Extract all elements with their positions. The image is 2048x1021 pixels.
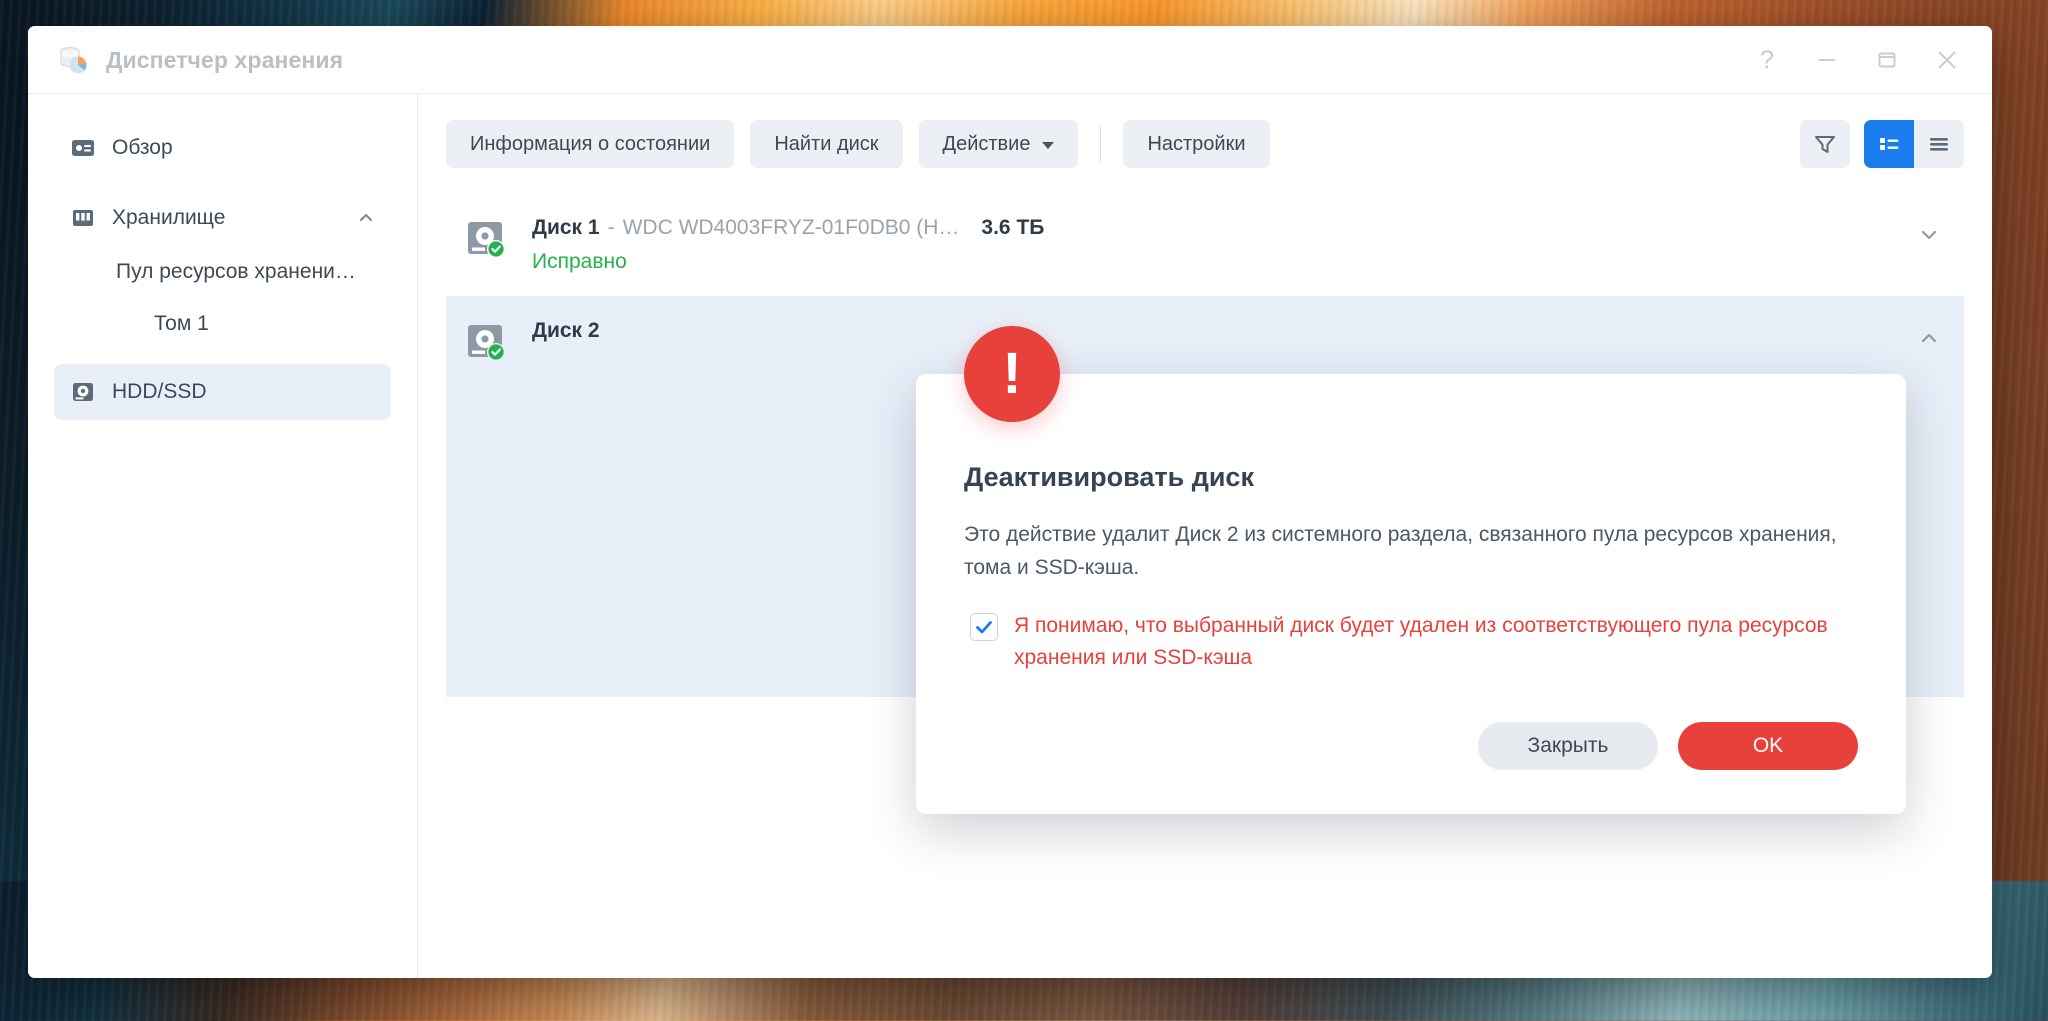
- action-label: Действие: [942, 132, 1031, 155]
- maximize-icon[interactable]: [1874, 47, 1900, 73]
- dialog-body-text: Это действие удалит Диск 2 из системного…: [964, 523, 1837, 579]
- disk-info: Диск 1 - WDC WD4003FRYZ-01F0DB0 (H… 3.6 …: [532, 216, 1916, 274]
- list-view-icon[interactable]: [1914, 120, 1964, 168]
- storage-icon: [70, 205, 96, 231]
- sidebar-item-hdd-ssd[interactable]: HDD/SSD: [54, 364, 391, 420]
- settings-button[interactable]: Настройки: [1123, 120, 1270, 168]
- view-mode-group: [1864, 120, 1964, 168]
- dialog-title: Деактивировать диск: [964, 462, 1254, 492]
- window-titlebar: Диспетчер хранения ?: [28, 26, 1992, 94]
- window-body: Обзор Хранилище Пул ресурсов хранени… То…: [28, 94, 1992, 978]
- minimize-icon[interactable]: [1814, 47, 1840, 73]
- settings-label: Настройки: [1147, 132, 1246, 155]
- chevron-up-icon[interactable]: [1916, 325, 1942, 351]
- filter-icon[interactable]: [1800, 120, 1850, 168]
- sidebar: Обзор Хранилище Пул ресурсов хранени… То…: [28, 94, 418, 978]
- cancel-button[interactable]: Закрыть: [1478, 721, 1658, 770]
- chevron-up-icon[interactable]: [357, 209, 375, 227]
- disk-info: Диск 2: [532, 319, 1916, 343]
- disk-name: Диск 1: [532, 216, 600, 239]
- disk-name: Диск 2: [532, 319, 600, 342]
- status-badge: Исправно: [532, 250, 627, 273]
- toolbar-right-group: [1800, 120, 1964, 168]
- chevron-down-icon: [1042, 141, 1055, 149]
- window-controls: ?: [1754, 47, 1972, 73]
- sidebar-item-storage[interactable]: Хранилище: [54, 190, 391, 246]
- hdd-icon: [70, 379, 96, 405]
- toolbar-separator: [1100, 127, 1102, 161]
- storage-manager-window: Диспетчер хранения ? Обзор Хранилище Пул…: [28, 26, 1992, 978]
- disk-healthy-icon: [464, 321, 510, 367]
- close-icon[interactable]: [1934, 47, 1960, 73]
- help-icon[interactable]: ?: [1754, 47, 1780, 73]
- action-dropdown-button[interactable]: Действие: [918, 120, 1079, 168]
- disk-separator: -: [607, 216, 615, 239]
- sidebar-item-label: Пул ресурсов хранени…: [116, 260, 356, 283]
- sidebar-item-label: Обзор: [112, 136, 173, 159]
- sidebar-item-storage-pool[interactable]: Пул ресурсов хранени…: [54, 246, 391, 298]
- window-title: Диспетчер хранения: [106, 46, 344, 73]
- detail-list-view-icon[interactable]: [1864, 120, 1914, 168]
- disk-size: 3.6 ТБ: [981, 216, 1045, 239]
- confirm-checkbox[interactable]: [970, 613, 998, 642]
- content-area: Информация о состоянии Найти диск Действ…: [418, 94, 1992, 978]
- warning-icon: !: [964, 326, 1060, 422]
- find-disk-label: Найти диск: [774, 132, 879, 155]
- sidebar-item-label: Том 1: [154, 312, 209, 335]
- dialog-actions: Закрыть OK: [964, 721, 1858, 770]
- check-icon: [976, 621, 992, 634]
- disk-model: WDC WD4003FRYZ-01F0DB0 (H…: [622, 216, 960, 239]
- ok-button[interactable]: OK: [1678, 721, 1858, 770]
- storage-database-icon: [56, 43, 90, 77]
- sidebar-item-label: HDD/SSD: [112, 380, 207, 403]
- disk-header-line: Диск 2: [532, 319, 1916, 343]
- sidebar-item-label: Хранилище: [112, 206, 226, 229]
- health-info-button[interactable]: Информация о состоянии: [446, 120, 735, 168]
- confirm-checkbox-row[interactable]: Я понимаю, что выбранный диск будет удал…: [964, 610, 1858, 674]
- table-row[interactable]: Диск 1 - WDC WD4003FRYZ-01F0DB0 (H… 3.6 …: [446, 194, 1964, 297]
- sidebar-item-overview[interactable]: Обзор: [54, 120, 391, 176]
- confirm-checkbox-label: Я понимаю, что выбранный диск будет удал…: [1014, 614, 1828, 669]
- health-info-label: Информация о состоянии: [470, 132, 711, 155]
- desktop-background: Диспетчер хранения ? Обзор Хранилище Пул…: [0, 0, 2048, 1021]
- overview-icon: [70, 135, 96, 161]
- sidebar-item-volume-1[interactable]: Том 1: [54, 298, 391, 350]
- chevron-down-icon[interactable]: [1916, 222, 1942, 248]
- disk-header-line: Диск 1 - WDC WD4003FRYZ-01F0DB0 (H… 3.6 …: [532, 216, 1916, 240]
- disk-healthy-icon: [464, 218, 510, 264]
- content-toolbar: Информация о состоянии Найти диск Действ…: [446, 120, 1964, 168]
- deactivate-disk-dialog: ! Деактивировать диск Это действие удали…: [916, 326, 1906, 814]
- find-disk-button[interactable]: Найти диск: [750, 120, 903, 168]
